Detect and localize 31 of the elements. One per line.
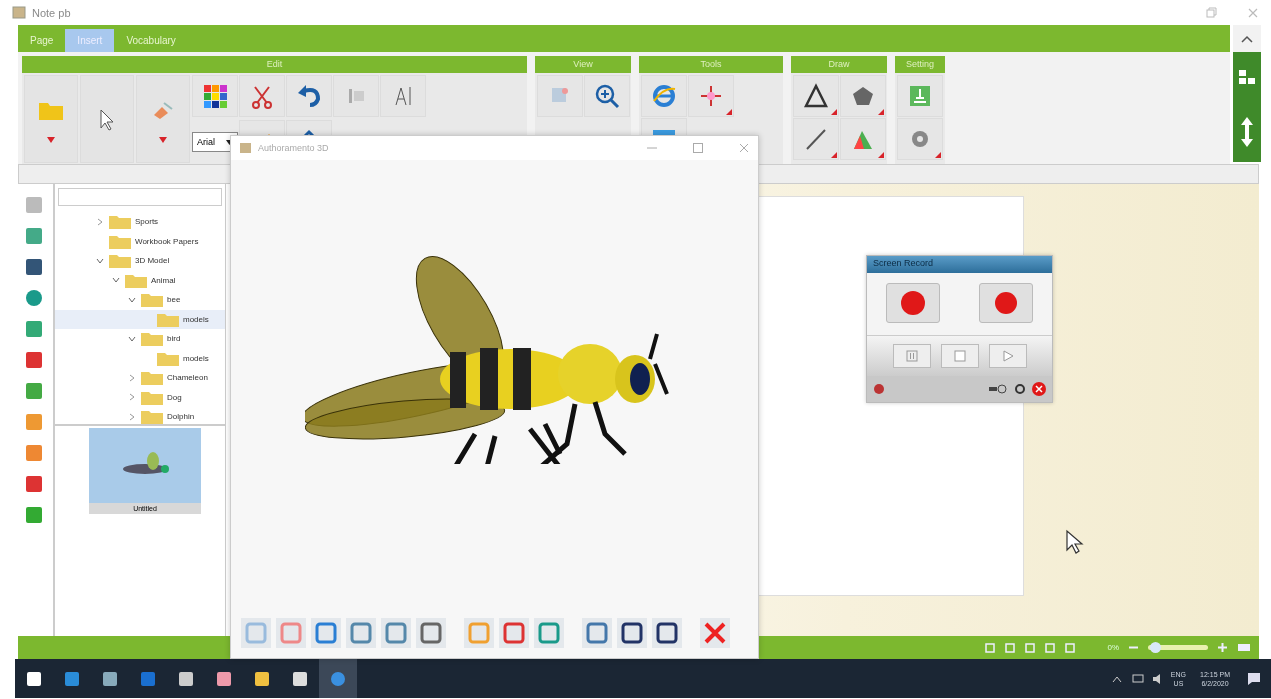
tree-item[interactable]: bird	[167, 334, 181, 344]
tree-item[interactable]: Chameleon	[167, 373, 208, 383]
tree-row[interactable]: models	[55, 309, 225, 329]
zoom-percentage: 0%	[1107, 643, 1119, 652]
tree-row[interactable]: Sports	[55, 212, 225, 232]
window-title: Note pb	[32, 6, 71, 19]
tree-row[interactable]: bird	[55, 329, 225, 349]
tree-item[interactable]: Workbook Papers	[135, 236, 199, 246]
tree-item[interactable]: Animal	[151, 275, 176, 285]
tree-row[interactable]: 3D Model	[55, 251, 225, 271]
group-header: View	[535, 56, 631, 73]
tree-row[interactable]: Workbook Papers	[55, 231, 225, 251]
group-header: Edit	[22, 56, 527, 73]
group-header: Draw	[791, 56, 887, 73]
tree-item[interactable]: bee	[167, 295, 181, 305]
tree-item[interactable]: Dog	[167, 392, 182, 402]
tree-row[interactable]: models	[55, 348, 225, 368]
tree-row[interactable]: Chameleon	[55, 368, 225, 388]
tree-row[interactable]: Animal	[55, 270, 225, 290]
tree-item[interactable]: models	[183, 353, 209, 363]
tree-item[interactable]: Sports	[135, 217, 159, 227]
window-title: Authoramento 3D	[258, 143, 329, 153]
group-header: Setting	[895, 56, 945, 73]
tree-row[interactable]: bee	[55, 290, 225, 310]
group-header: Tools	[639, 56, 783, 73]
tree-item[interactable]: models	[183, 314, 209, 324]
tree-item[interactable]: 3D Model	[135, 256, 170, 266]
tree-row[interactable]: Dolphin	[55, 407, 225, 424]
tree-item[interactable]: Dolphin	[167, 412, 195, 422]
recorder-title: Screen Record	[867, 256, 1052, 273]
tree-row[interactable]: Dog	[55, 387, 225, 407]
